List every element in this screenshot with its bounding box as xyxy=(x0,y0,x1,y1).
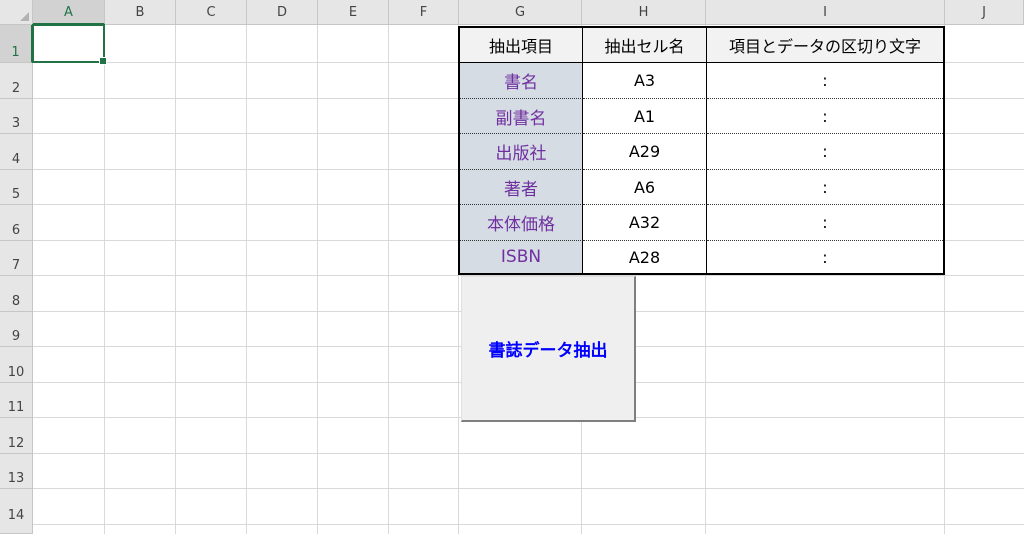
row-header-5[interactable]: 5 xyxy=(0,170,33,205)
row-header-11[interactable]: 11 xyxy=(0,383,33,418)
row-number: 13 xyxy=(7,471,25,486)
row-header-3[interactable]: 3 xyxy=(0,99,33,134)
row-header-7[interactable]: 7 xyxy=(0,241,33,276)
row-header-4[interactable]: 4 xyxy=(0,134,33,170)
table-header-item[interactable]: 抽出項目 xyxy=(460,28,583,63)
table-header-separator[interactable]: 項目とデータの区切り文字 xyxy=(707,28,943,63)
extraction-settings-table: 抽出項目 抽出セル名 項目とデータの区切り文字 書名 A3 : 副書名 A1 :… xyxy=(458,26,945,275)
column-header-b[interactable]: B xyxy=(105,0,176,25)
table-row-separator[interactable]: : xyxy=(707,99,943,134)
table-row-separator[interactable]: : xyxy=(707,170,943,205)
table-row-cell[interactable]: A6 xyxy=(583,170,707,205)
row-header-10[interactable]: 10 xyxy=(0,347,33,383)
button-label: 書誌データ抽出 xyxy=(488,341,608,361)
row-header-14[interactable]: 14 xyxy=(0,489,33,534)
table-row-cell[interactable]: A3 xyxy=(583,63,707,99)
table-row-separator[interactable]: : xyxy=(707,134,943,170)
table-row-cell[interactable]: A1 xyxy=(583,99,707,134)
table-row-separator[interactable]: : xyxy=(707,241,943,273)
row-number: 11 xyxy=(7,400,25,415)
select-all-corner[interactable] xyxy=(0,0,33,25)
row-header-12[interactable]: 12 xyxy=(0,418,33,454)
table-row-separator[interactable]: : xyxy=(707,63,943,99)
row-number: 5 xyxy=(11,187,21,202)
row-number: 6 xyxy=(11,223,21,238)
table-row-cell[interactable]: A29 xyxy=(583,134,707,170)
row-number: 12 xyxy=(7,436,25,451)
column-header-e[interactable]: E xyxy=(318,0,389,25)
row-number: 7 xyxy=(11,258,21,273)
table-row-item[interactable]: 書名 xyxy=(460,63,583,99)
column-header-g[interactable]: G xyxy=(459,0,582,25)
table-row-separator[interactable]: : xyxy=(707,205,943,241)
column-header-c[interactable]: C xyxy=(176,0,247,25)
row-number: 8 xyxy=(11,294,21,309)
row-number: 2 xyxy=(11,81,21,96)
row-number: 1 xyxy=(11,45,20,60)
column-header-i[interactable]: I xyxy=(706,0,945,25)
table-row-cell[interactable]: A32 xyxy=(583,205,707,241)
column-header-f[interactable]: F xyxy=(389,0,459,25)
active-cell-a1[interactable] xyxy=(32,24,107,65)
row-header-9[interactable]: 9 xyxy=(0,312,33,347)
table-row-item[interactable]: ISBN xyxy=(460,241,583,273)
row-number: 9 xyxy=(11,329,21,344)
extract-bibliographic-data-button[interactable]: 書誌データ抽出 xyxy=(461,276,636,422)
row-number: 3 xyxy=(11,116,21,131)
row-header-2[interactable]: 2 xyxy=(0,63,33,99)
row-number: 14 xyxy=(7,508,25,523)
row-header-13[interactable]: 13 xyxy=(0,454,33,489)
table-row-item[interactable]: 出版社 xyxy=(460,134,583,170)
row-header-8[interactable]: 8 xyxy=(0,276,33,312)
column-header-h[interactable]: H xyxy=(582,0,706,25)
row-header-6[interactable]: 6 xyxy=(0,205,33,241)
column-header-j[interactable]: J xyxy=(945,0,1024,25)
select-all-triangle-icon xyxy=(20,12,29,21)
row-number: 10 xyxy=(7,365,25,380)
table-row-item[interactable]: 著者 xyxy=(460,170,583,205)
row-number: 4 xyxy=(11,152,21,167)
row-header-1[interactable]: 1 xyxy=(0,25,33,63)
table-row-item[interactable]: 本体価格 xyxy=(460,205,583,241)
fill-handle[interactable] xyxy=(99,57,107,65)
table-row-item[interactable]: 副書名 xyxy=(460,99,583,134)
table-header-cell-name[interactable]: 抽出セル名 xyxy=(583,28,707,63)
column-header-a[interactable]: A xyxy=(33,0,105,25)
column-header-d[interactable]: D xyxy=(247,0,318,25)
table-row-cell[interactable]: A28 xyxy=(583,241,707,273)
